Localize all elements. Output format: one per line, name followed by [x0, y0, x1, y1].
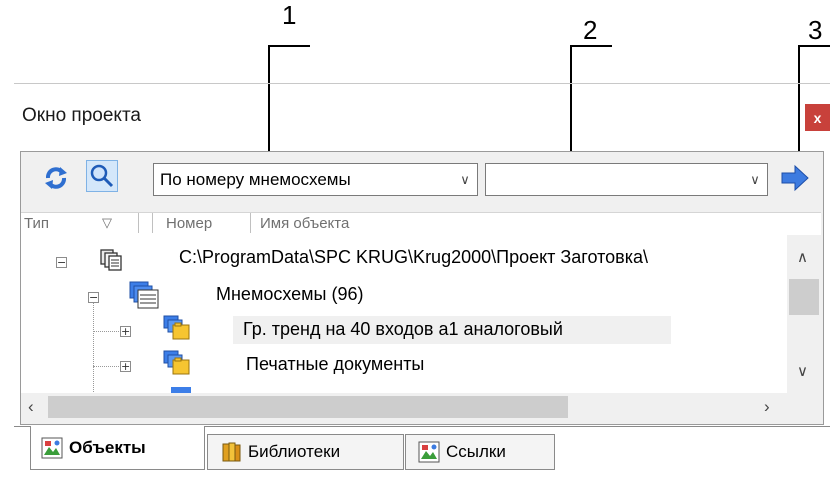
scroll-right-icon[interactable]: ›	[764, 397, 770, 417]
chevron-down-icon: ∨	[460, 171, 470, 187]
search-combo[interactable]: ∨	[485, 163, 768, 196]
document-folder-icon	[163, 315, 191, 341]
arrow-right-icon[interactable]	[780, 164, 810, 192]
column-number[interactable]: Номер	[166, 215, 212, 232]
scroll-down-icon[interactable]: ∨	[797, 362, 808, 380]
mnemo-folder-icon	[129, 281, 159, 309]
window-top-border	[14, 83, 830, 84]
tree-view: − C:\ProgramData\SPC KRUG\Krug2000\Проек…	[21, 235, 787, 393]
column-object-name[interactable]: Имя объекта	[260, 215, 349, 232]
tab-objects-label: Объекты	[69, 437, 146, 457]
tab-links[interactable]: Ссылки	[405, 434, 555, 470]
tab-links-label: Ссылки	[446, 442, 506, 461]
chevron-down-icon: ∨	[750, 171, 760, 187]
links-tab-icon	[418, 441, 440, 463]
callout-3-vline	[798, 45, 800, 163]
scroll-left-icon[interactable]: ‹	[28, 397, 34, 417]
column-divider	[250, 213, 251, 233]
filter-select[interactable]: По номеру мнемосхемы ∨	[153, 163, 478, 196]
expand-toggle[interactable]: +	[120, 326, 131, 337]
callout-2-vline	[570, 45, 572, 163]
tree-item-mnemoschemes[interactable]: Мнемосхемы (96)	[216, 284, 363, 305]
search-button[interactable]	[86, 160, 118, 192]
document-folder-icon	[163, 350, 191, 376]
column-divider	[152, 213, 153, 233]
tree-connector	[93, 366, 123, 367]
filter-select-value: По номеру мнемосхемы	[160, 169, 351, 189]
project-icon	[99, 248, 123, 272]
callout-1-hline	[268, 45, 310, 47]
collapse-toggle[interactable]: −	[88, 292, 99, 303]
callout-1: 1	[282, 0, 297, 30]
horizontal-scroll-thumb[interactable]	[48, 396, 568, 418]
tab-libraries[interactable]: Библиотеки	[207, 434, 404, 470]
tree-connector	[93, 294, 94, 393]
window-title: Окно проекта	[22, 105, 142, 126]
scroll-up-icon[interactable]: ∧	[797, 248, 808, 266]
objects-tab-icon	[41, 437, 63, 458]
column-header-bar	[21, 212, 821, 236]
search-icon	[90, 164, 114, 188]
callout-3-hline	[798, 45, 830, 47]
tree-item-trend[interactable]: Гр. тренд на 40 входов а1 аналоговый	[243, 319, 563, 340]
collapse-toggle[interactable]: −	[56, 257, 67, 268]
books-icon	[222, 442, 241, 462]
callout-1-vline	[268, 45, 270, 163]
close-button[interactable]: x	[805, 104, 830, 131]
callout-2-hline	[570, 45, 612, 47]
expand-toggle[interactable]: +	[120, 361, 131, 372]
column-divider	[138, 213, 139, 233]
callout-3: 3	[808, 15, 823, 45]
vertical-scroll-thumb[interactable]	[789, 279, 819, 315]
tab-libraries-label: Библиотеки	[248, 442, 341, 461]
tree-item-project-path[interactable]: C:\ProgramData\SPC KRUG\Krug2000\Проект …	[179, 247, 648, 268]
column-type[interactable]: Тип	[24, 215, 49, 232]
sort-icon: ▽	[102, 215, 112, 230]
tab-objects[interactable]: Объекты	[30, 426, 205, 470]
callout-2: 2	[583, 15, 598, 45]
refresh-icon[interactable]	[42, 164, 70, 192]
tree-item-print-docs[interactable]: Печатные документы	[246, 354, 424, 375]
tree-connector	[93, 331, 123, 332]
